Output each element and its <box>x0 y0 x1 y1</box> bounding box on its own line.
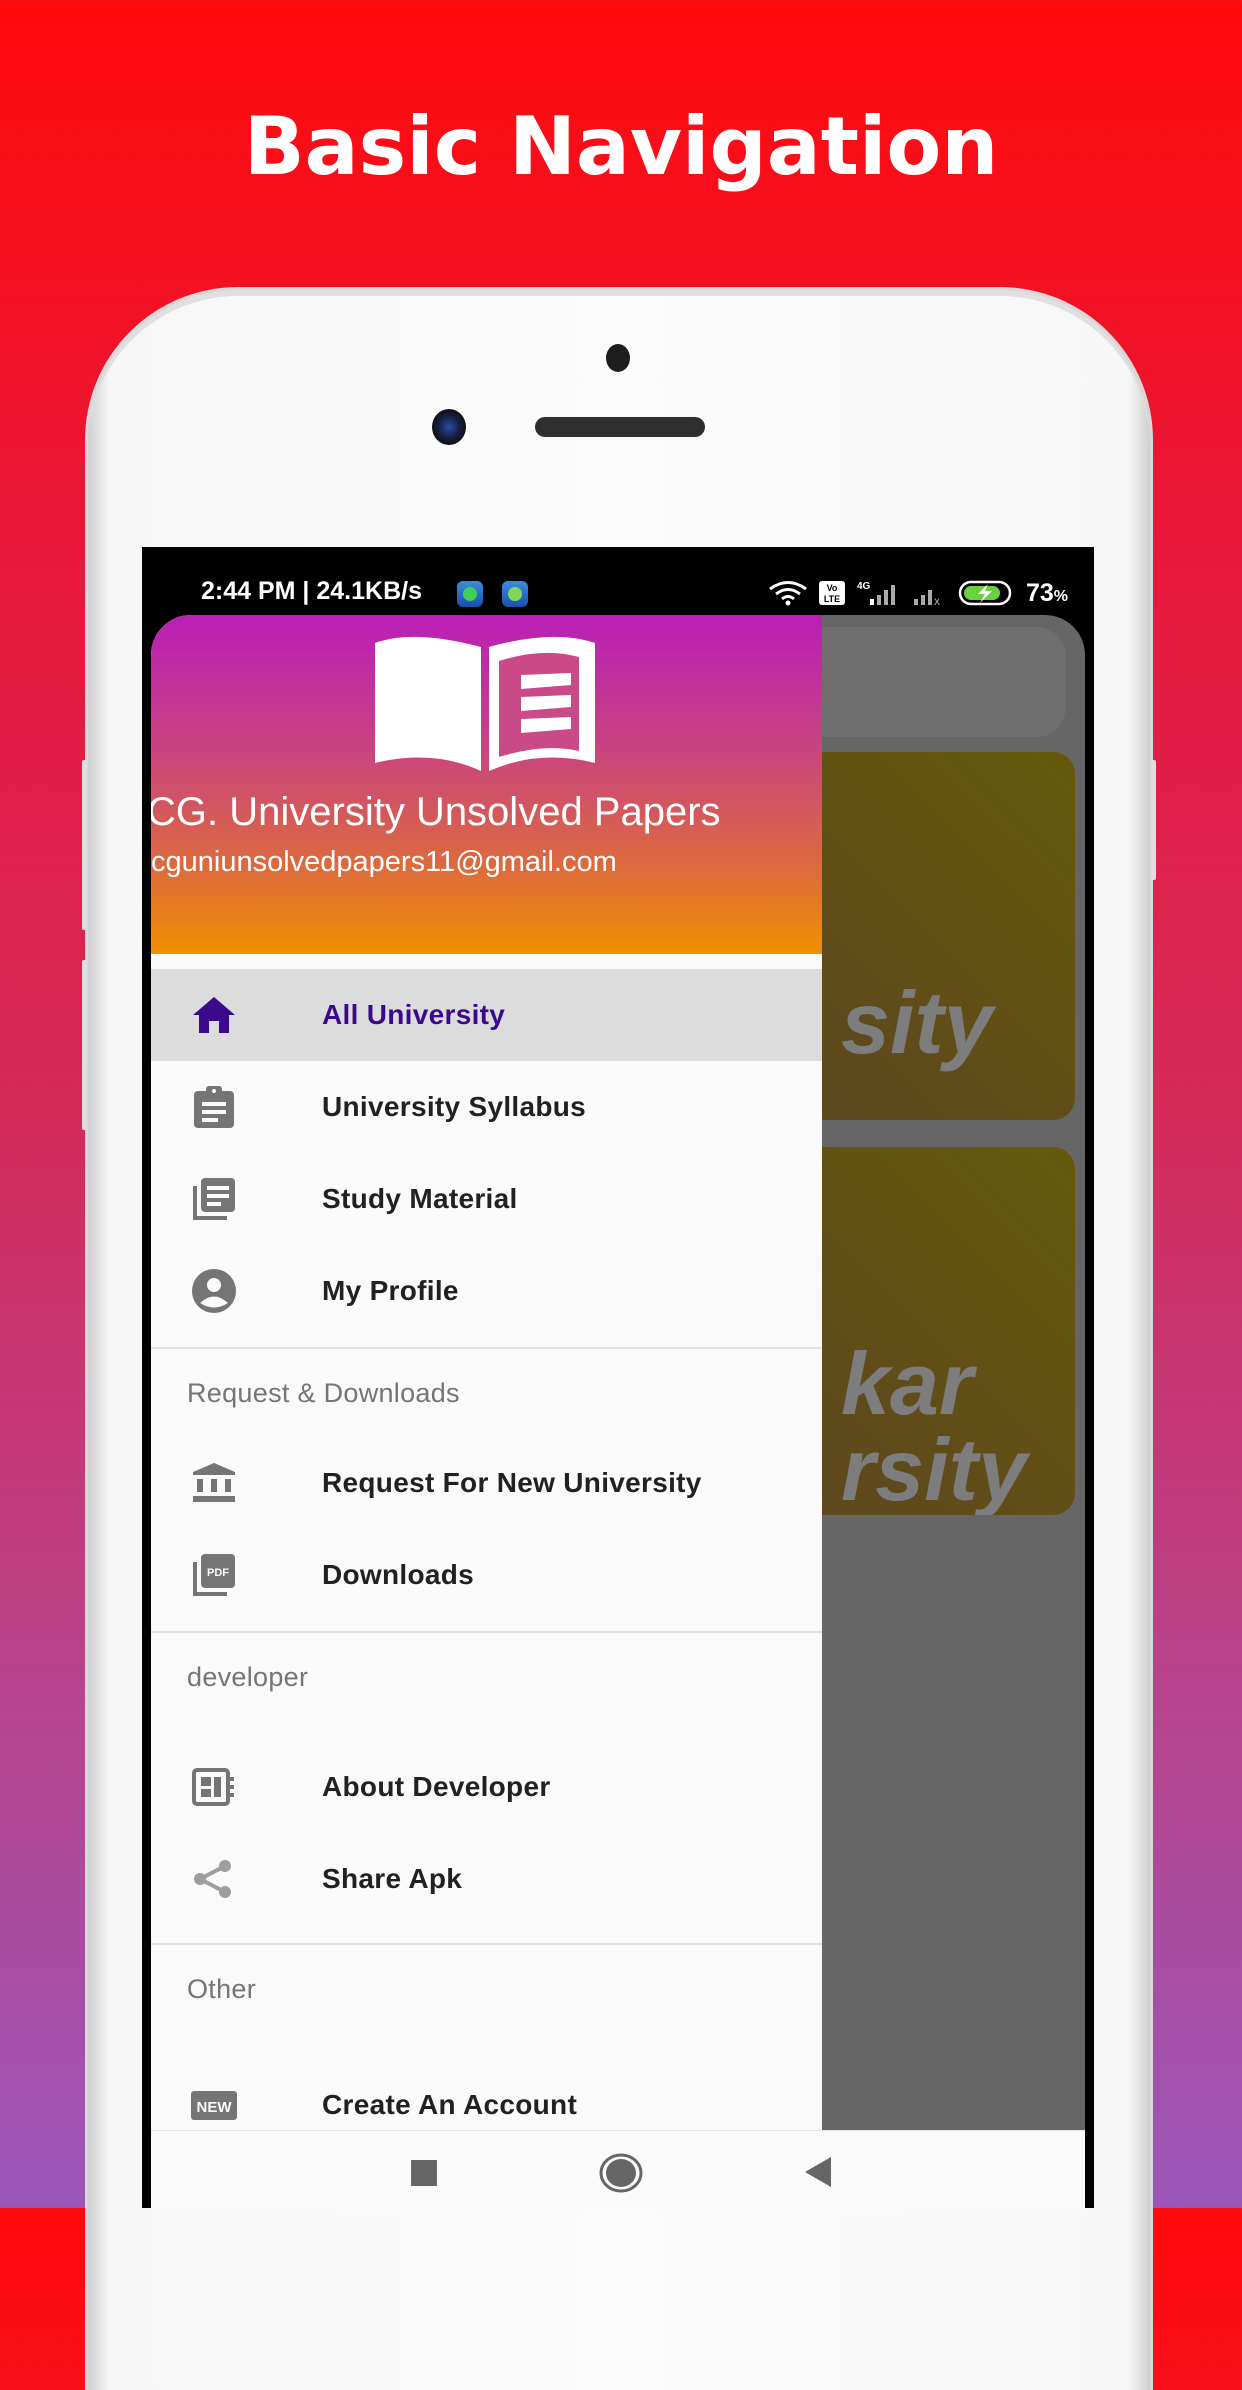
volume-down-button <box>82 960 87 1130</box>
home-icon <box>189 990 239 1040</box>
pdf-icon: PDF <box>189 1550 239 1600</box>
account-circle-icon <box>189 1266 239 1316</box>
section-header-developer: developer <box>151 1633 822 1721</box>
menu-label: Downloads <box>322 1559 475 1590</box>
home-nav-button[interactable] <box>599 2153 643 2193</box>
menu-label: Share Apk <box>322 1863 463 1894</box>
system-nav-bar <box>151 2130 1085 2209</box>
signal-4g-icon: 4G <box>857 581 895 605</box>
svg-text:LTE: LTE <box>824 594 840 604</box>
section-title: Other <box>187 1973 257 2004</box>
university-card-2-text-line2: rsity <box>841 1420 1027 1515</box>
battery-percent: 73% <box>1026 579 1068 608</box>
menu-label: About Developer <box>322 1771 551 1802</box>
android-notification-icon <box>502 581 528 607</box>
drawer-header: CG. University Unsolved Papers cguniunso… <box>151 615 822 954</box>
drawer-menu: All University University Syllabus Study… <box>151 969 822 2130</box>
wifi-icon <box>769 581 807 606</box>
menu-label: University Syllabus <box>322 1091 587 1122</box>
section-header-other: Other <box>151 1945 822 2033</box>
menu-item-university-syllabus[interactable]: University Syllabus <box>151 1061 822 1153</box>
status-indicators: Vo LTE 4G x 73% <box>768 577 1068 609</box>
proximity-sensor <box>606 344 630 372</box>
menu-label: Request For New University <box>322 1467 702 1498</box>
navigation-drawer: CG. University Unsolved Papers cguniunso… <box>151 615 822 2130</box>
section-title: Request & Downloads <box>187 1377 460 1408</box>
whatsapp-notification-icon <box>457 581 483 607</box>
menu-label: Study Material <box>322 1183 518 1214</box>
menu-label: Create An Account <box>322 2089 578 2120</box>
library-books-icon <box>189 1174 239 1224</box>
status-bar: 2:44 PM | 24.1KB/s Vo LTE 4G x 73% <box>142 547 1094 615</box>
front-camera <box>432 409 466 445</box>
section-header-request-downloads: Request & Downloads <box>151 1349 822 1437</box>
menu-item-request-new-university[interactable]: Request For New University <box>151 1437 822 1529</box>
university-card-1-text: sity <box>841 973 993 1072</box>
menu-label: All University <box>322 999 506 1030</box>
signal-no-sim-icon: x <box>913 590 940 607</box>
phone-screen: 2:44 PM | 24.1KB/s Vo LTE 4G x 73% sity … <box>142 547 1094 2209</box>
back-button[interactable] <box>803 2155 833 2189</box>
menu-item-share-apk[interactable]: Share Apk <box>151 1833 822 1925</box>
battery-suffix: % <box>1053 587 1068 605</box>
menu-item-downloads[interactable]: PDF Downloads <box>151 1529 822 1621</box>
status-time: 2:44 PM | 24.1KB/s <box>201 577 422 605</box>
menu-item-create-account[interactable]: NEW Create An Account <box>151 2059 822 2130</box>
developer-board-icon <box>189 1762 239 1812</box>
svg-text:Vo: Vo <box>827 583 838 593</box>
svg-text:PDF: PDF <box>207 1567 229 1579</box>
promo-title: Basic Navigation <box>243 100 999 193</box>
bank-icon <box>189 1458 239 1508</box>
new-badge-icon: NEW <box>189 2080 239 2130</box>
clipboard-icon <box>189 1082 239 1132</box>
drawer-app-name: CG. University Unsolved Papers <box>151 790 721 834</box>
volume-up-button <box>82 760 87 930</box>
volte-icon: Vo LTE <box>818 581 845 605</box>
svg-text:NEW: NEW <box>197 2099 233 2116</box>
section-title: developer <box>187 1661 309 1692</box>
drawer-email: cguniunsolvedpapers11@gmail.com <box>151 846 617 878</box>
battery-value: 73 <box>1025 578 1054 607</box>
svg-text:4G: 4G <box>857 581 871 592</box>
svg-text:x: x <box>934 594 940 607</box>
menu-label: My Profile <box>322 1275 459 1306</box>
menu-item-all-university[interactable]: All University <box>151 969 822 1061</box>
menu-item-my-profile[interactable]: My Profile <box>151 1245 822 1337</box>
menu-item-about-developer[interactable]: About Developer <box>151 1741 822 1833</box>
open-book-icon <box>375 636 595 771</box>
power-button <box>1151 760 1156 880</box>
share-icon <box>189 1854 239 1904</box>
earpiece-speaker <box>535 417 705 437</box>
battery-charging-icon <box>958 580 1012 606</box>
menu-item-study-material[interactable]: Study Material <box>151 1153 822 1245</box>
recents-button[interactable] <box>409 2159 439 2187</box>
